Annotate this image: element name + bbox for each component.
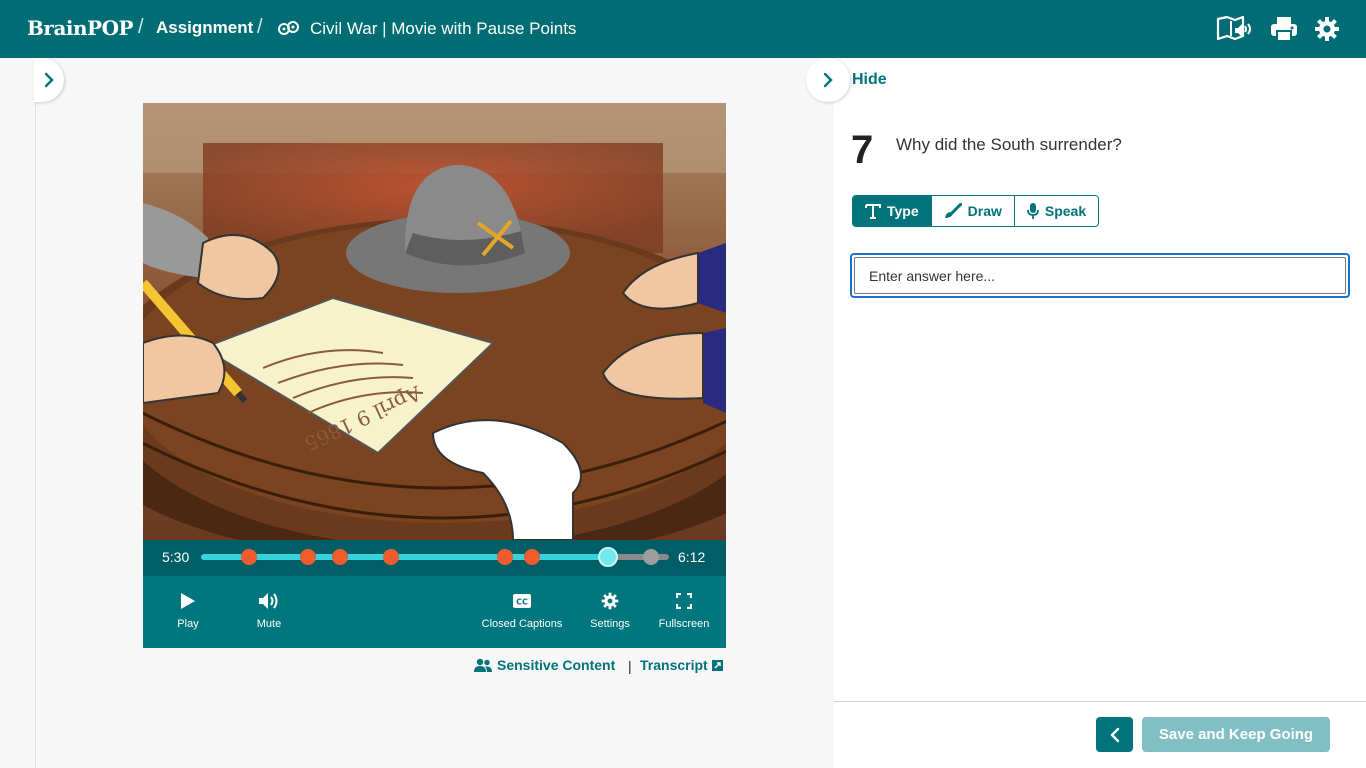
- play-button[interactable]: Play: [173, 588, 203, 630]
- play-label: Play: [177, 618, 199, 630]
- save-and-keep-going-button[interactable]: Save and Keep Going: [1142, 717, 1330, 752]
- pause-point-marker[interactable]: [523, 549, 540, 565]
- brush-icon: [944, 203, 962, 218]
- external-link-icon: [711, 659, 723, 671]
- settings-button[interactable]: Settings: [589, 588, 631, 630]
- fullscreen-button[interactable]: Fullscreen: [658, 588, 710, 630]
- gear-icon[interactable]: [1314, 14, 1340, 44]
- people-icon: [474, 658, 492, 672]
- closed-captions-icon: CC: [513, 588, 531, 614]
- breadcrumb-separator: /: [138, 16, 144, 38]
- footer-divider: [834, 701, 1366, 702]
- transcript-link[interactable]: Transcript: [640, 657, 723, 673]
- mode-speak-button[interactable]: Speak: [1014, 196, 1099, 226]
- fullscreen-icon: [676, 588, 692, 614]
- mode-draw-button[interactable]: Draw: [931, 196, 1015, 226]
- sensitive-content-link[interactable]: Sensitive Content: [474, 657, 615, 673]
- chevron-right-icon: [44, 72, 54, 88]
- brainpop-logo[interactable]: BrainPOP: [27, 16, 134, 40]
- pause-point-marker[interactable]: [299, 549, 316, 565]
- movie-reel-icon: [278, 19, 300, 39]
- read-aloud-icon[interactable]: [1215, 14, 1253, 44]
- link-separator: |: [628, 658, 632, 674]
- breadcrumb-assignment[interactable]: Assignment: [156, 18, 253, 38]
- track-end-knob: [643, 549, 659, 565]
- microphone-icon: [1026, 203, 1039, 219]
- svg-text:CC: CC: [516, 598, 528, 607]
- mute-button[interactable]: Mute: [251, 588, 287, 630]
- player-controls: [143, 576, 726, 648]
- current-time: 5:30: [162, 549, 190, 565]
- answer-mode-group: Type Draw Speak: [852, 195, 1100, 227]
- total-time: 6:12: [678, 549, 706, 565]
- hide-link[interactable]: Hide: [852, 71, 887, 89]
- text-type-icon: [865, 204, 881, 219]
- back-button[interactable]: [1096, 717, 1133, 752]
- video-frame[interactable]: April 9 1865: [143, 103, 726, 540]
- answer-input[interactable]: [854, 257, 1346, 294]
- movie-title: Civil War | Movie with Pause Points: [310, 19, 577, 38]
- captions-label: Closed Captions: [481, 618, 563, 630]
- question-number: 7: [851, 128, 874, 172]
- chevron-left-icon: [1109, 727, 1119, 742]
- transcript-label: Transcript: [640, 657, 708, 673]
- print-icon[interactable]: [1270, 14, 1298, 44]
- question-text: Why did the South surrender?: [896, 135, 1122, 154]
- closed-captions-button[interactable]: CC Closed Captions: [481, 588, 563, 630]
- top-bar: BrainPOP / Assignment / Civil War | Movi…: [0, 0, 1366, 58]
- play-icon: [180, 588, 196, 614]
- collapse-question-button[interactable]: [806, 58, 850, 102]
- pause-point-marker[interactable]: [240, 549, 257, 565]
- mode-draw-label: Draw: [967, 203, 1002, 219]
- pause-point-marker[interactable]: [331, 549, 348, 565]
- pause-point-marker[interactable]: [383, 549, 399, 565]
- mute-label: Mute: [256, 618, 282, 630]
- panel-divider: [35, 58, 36, 768]
- answer-field-focus-ring: [850, 253, 1350, 298]
- breadcrumb-separator: /: [257, 16, 263, 38]
- mode-type-button[interactable]: Type: [853, 196, 932, 226]
- settings-label: Settings: [590, 618, 630, 630]
- gear-icon: [601, 588, 619, 614]
- volume-icon: [258, 588, 280, 614]
- mode-speak-label: Speak: [1044, 203, 1087, 219]
- mode-type-label: Type: [887, 203, 919, 219]
- question-panel: [834, 58, 1366, 768]
- chevron-right-icon: [823, 72, 833, 88]
- sensitive-content-label: Sensitive Content: [497, 657, 616, 673]
- fullscreen-label: Fullscreen: [658, 618, 710, 630]
- surrender-scene-illustration: April 9 1865: [143, 103, 726, 540]
- seek-track-fill: [201, 554, 609, 560]
